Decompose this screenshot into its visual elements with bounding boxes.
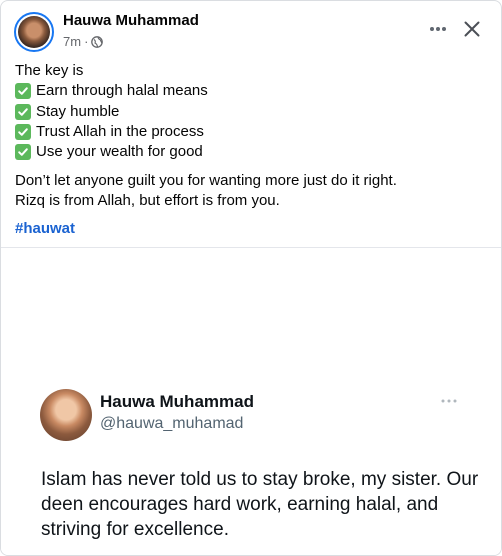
hashtag-link[interactable]: #hauwat	[15, 219, 75, 239]
close-icon	[464, 21, 480, 37]
more-options-button[interactable]	[425, 16, 451, 42]
checklist-item: Use your wealth for good	[15, 142, 485, 162]
paragraph-line: Don’t let anyone guilt you for wanting m…	[15, 171, 397, 189]
post-paragraph: Don’t let anyone guilt you for wanting m…	[15, 170, 485, 211]
author-avatar[interactable]	[14, 12, 54, 52]
embed-more-icon	[439, 395, 459, 407]
post-intro: The key is	[15, 62, 84, 80]
meta-separator: ·	[84, 34, 89, 49]
checklist-text: Use your wealth for good	[36, 143, 203, 161]
post-meta: 7m ·	[63, 34, 104, 49]
check-box-icon	[15, 103, 31, 120]
close-button[interactable]	[459, 16, 485, 42]
embed-text: Islam has never told us to stay broke, m…	[41, 469, 479, 540]
checklist-text: Stay humble	[36, 102, 120, 120]
post-header: Hauwa Muhammad 7m ·	[1, 1, 501, 61]
globe-icon[interactable]	[91, 35, 104, 48]
check-box-icon	[15, 83, 31, 100]
author-name[interactable]: Hauwa Muhammad	[63, 12, 199, 29]
checklist-item: Stay humble	[15, 102, 485, 122]
embed-avatar	[40, 389, 92, 441]
checklist-text: Earn through halal means	[36, 82, 208, 100]
checklist-item: Trust Allah in the process	[15, 122, 485, 142]
paragraph-line: Rizq is from Allah, but effort is from y…	[15, 191, 280, 209]
more-horizontal-icon	[430, 27, 446, 31]
facebook-post: Hauwa Muhammad 7m · The key is Earn thro…	[0, 0, 502, 556]
embed-author-handle: @hauwa_muhamad	[100, 415, 244, 432]
embed-author-name: Hauwa Muhammad	[100, 392, 254, 411]
post-body: The key is Earn through halal means Stay…	[15, 61, 485, 239]
avatar-photo	[18, 16, 50, 48]
check-box-icon	[15, 124, 31, 141]
check-box-icon	[15, 144, 31, 161]
checklist-text: Trust Allah in the process	[36, 123, 204, 141]
checklist-item: Earn through halal means	[15, 81, 485, 101]
post-time[interactable]: 7m	[63, 34, 81, 49]
embedded-tweet-image[interactable]: Hauwa Muhammad @hauwa_muhamad Islam has …	[1, 248, 501, 555]
